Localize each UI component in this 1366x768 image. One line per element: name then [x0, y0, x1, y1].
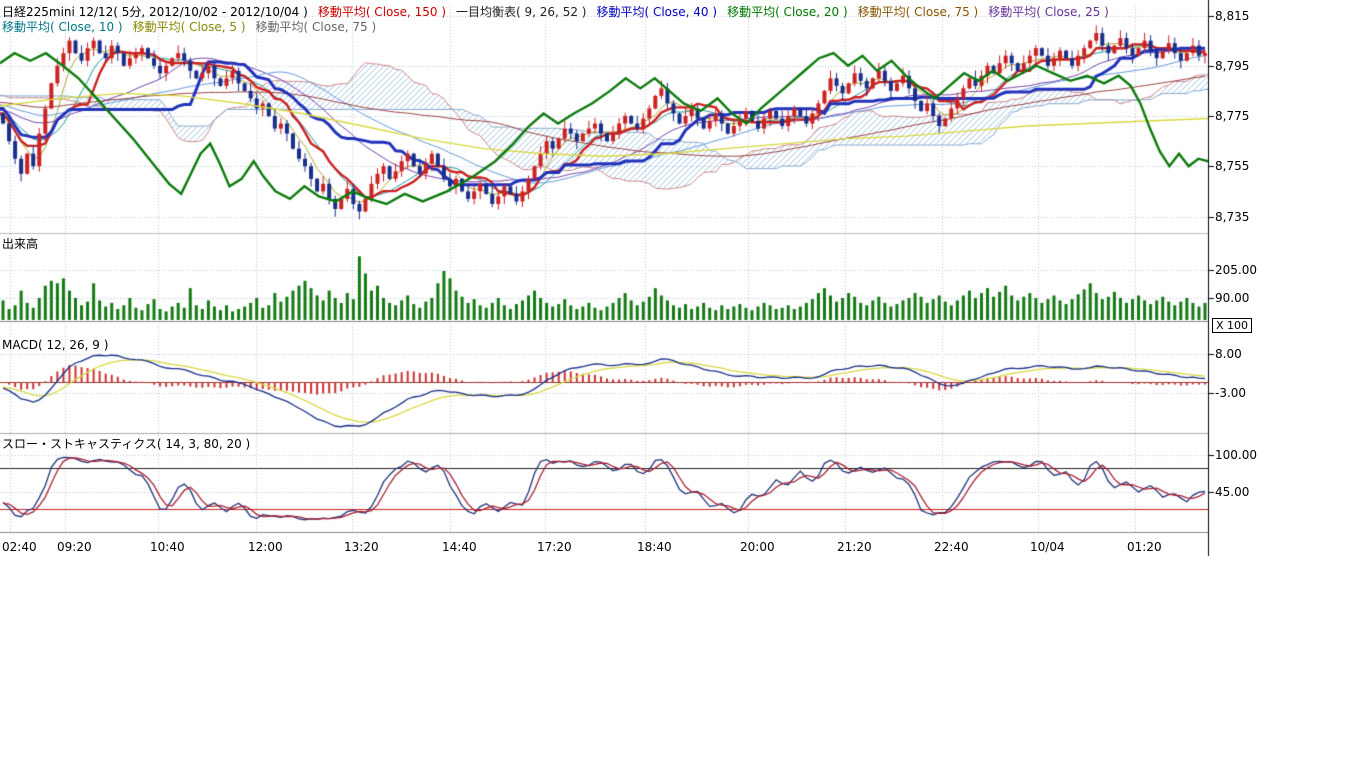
trading-chart-window: 日経225mini 12/12( 5分, 2012/10/02 - 2012/1…	[0, 0, 1366, 768]
chart-canvas[interactable]	[0, 0, 1366, 560]
